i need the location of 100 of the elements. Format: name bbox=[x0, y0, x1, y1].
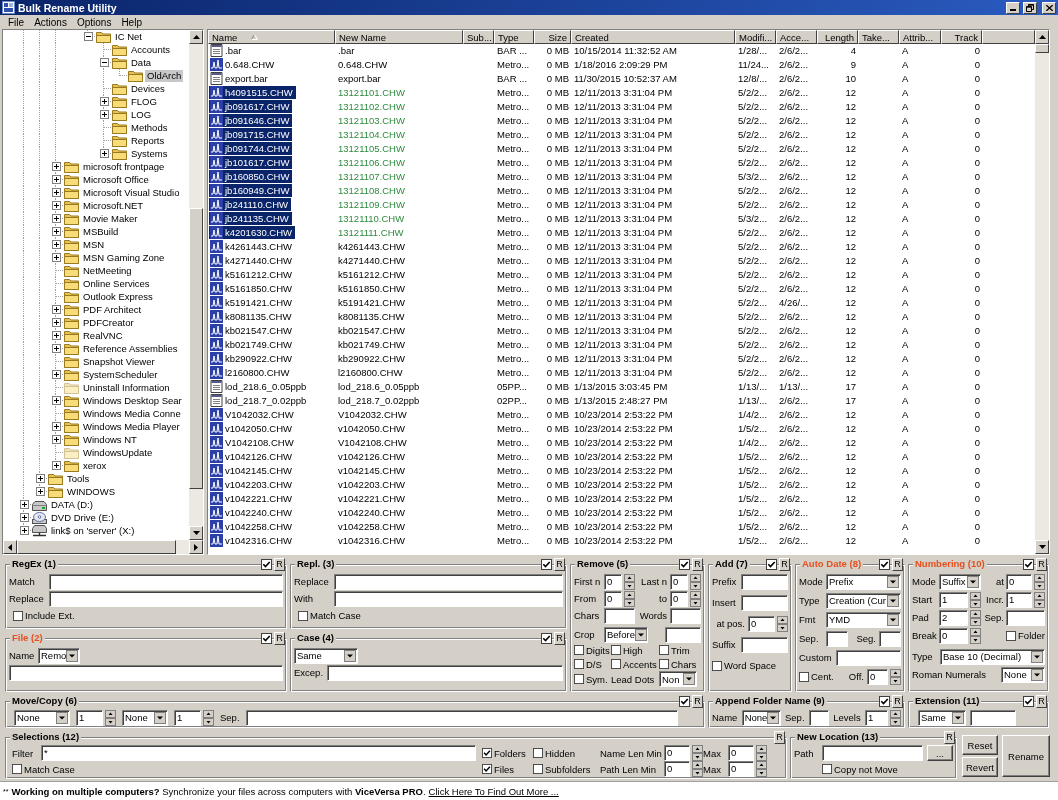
scroll-down-button[interactable] bbox=[189, 526, 203, 540]
dropdown[interactable]: Non bbox=[659, 671, 697, 687]
checkbox-label[interactable]: Chars bbox=[671, 658, 697, 670]
checkbox-label[interactable]: Accents bbox=[623, 658, 657, 670]
scrollbar-thumb[interactable] bbox=[17, 540, 177, 554]
tree-item[interactable]: DATA (D:) bbox=[49, 498, 95, 511]
number-field[interactable]: 0 bbox=[670, 573, 688, 590]
checkbox[interactable] bbox=[533, 748, 543, 758]
checkbox[interactable] bbox=[659, 659, 669, 669]
file-name[interactable]: jb160850.CHW bbox=[209, 170, 293, 183]
file-name[interactable]: jb091744.CHW bbox=[209, 142, 293, 155]
tree-item[interactable]: MSN bbox=[81, 238, 107, 251]
spinner-arrows-icon[interactable] bbox=[970, 609, 981, 626]
tree-item[interactable]: Reports bbox=[129, 134, 167, 147]
enable-checkbox[interactable] bbox=[766, 558, 777, 570]
minimize-button[interactable] bbox=[1006, 1, 1020, 14]
checkbox[interactable] bbox=[574, 645, 584, 655]
text-field[interactable] bbox=[879, 630, 901, 647]
spinner-arrows-icon[interactable] bbox=[890, 709, 901, 726]
number-field[interactable]: 1 bbox=[865, 709, 888, 726]
enable-checkbox[interactable] bbox=[879, 695, 890, 707]
number-field[interactable]: 0 bbox=[664, 745, 690, 761]
scroll-right-button[interactable] bbox=[189, 540, 203, 554]
checkbox-label[interactable]: Include Ext. bbox=[25, 610, 75, 621]
checkbox[interactable] bbox=[822, 764, 832, 774]
number-field[interactable]: 0 bbox=[728, 761, 754, 777]
checkbox[interactable] bbox=[799, 671, 809, 682]
plus-icon[interactable] bbox=[51, 331, 61, 340]
dropdown[interactable]: Remo bbox=[38, 647, 80, 664]
plus-icon[interactable] bbox=[51, 461, 61, 470]
plus-icon[interactable] bbox=[99, 149, 109, 158]
tree-item[interactable]: Microsoft Office bbox=[81, 173, 151, 186]
checkbox[interactable] bbox=[533, 764, 543, 774]
file-name[interactable]: k5161850.CHW bbox=[209, 282, 296, 295]
checkbox[interactable] bbox=[611, 659, 621, 669]
text-field[interactable] bbox=[670, 607, 701, 624]
column-header[interactable]: Size bbox=[534, 30, 571, 44]
checkbox-label[interactable]: Folder bbox=[1018, 630, 1045, 641]
file-name[interactable]: v1042126.CHW bbox=[209, 450, 296, 463]
number-field[interactable]: 0 bbox=[939, 627, 968, 644]
column-header[interactable]: Sub... bbox=[463, 30, 494, 44]
checkbox[interactable] bbox=[611, 645, 621, 655]
browse-button[interactable]: ... bbox=[927, 745, 953, 761]
dropdown[interactable]: Base 10 (Decimal) bbox=[940, 648, 1045, 665]
checkbox[interactable] bbox=[482, 748, 492, 758]
enable-checkbox[interactable] bbox=[261, 558, 272, 570]
vertical-scrollbar[interactable] bbox=[189, 30, 203, 540]
column-header[interactable]: Modifi... bbox=[735, 30, 776, 44]
r-button[interactable]: R bbox=[274, 557, 285, 571]
file-name[interactable]: k4261443.CHW bbox=[209, 240, 296, 253]
tree-item[interactable]: Microsoft Visual Studio bbox=[81, 186, 182, 199]
file-name[interactable]: 0.648.CHW bbox=[209, 58, 278, 71]
file-name[interactable]: jb101617.CHW bbox=[209, 156, 293, 169]
spinner-arrows-icon[interactable] bbox=[624, 573, 635, 590]
plus-icon[interactable] bbox=[51, 240, 61, 249]
restore-button[interactable] bbox=[1023, 1, 1037, 14]
plus-icon[interactable] bbox=[51, 253, 61, 262]
plus-icon[interactable] bbox=[19, 526, 29, 535]
find-out-more-link[interactable]: Click Here To Find Out More ... bbox=[428, 785, 559, 797]
file-name[interactable]: kb290922.CHW bbox=[209, 352, 296, 365]
plus-icon[interactable] bbox=[99, 97, 109, 106]
checkbox[interactable] bbox=[482, 764, 492, 774]
r-button[interactable]: R bbox=[779, 557, 790, 571]
plus-icon[interactable] bbox=[51, 201, 61, 210]
enable-checkbox[interactable] bbox=[261, 632, 272, 644]
tree-item[interactable]: NetMeeting bbox=[81, 264, 134, 277]
file-name[interactable]: k4271440.CHW bbox=[209, 254, 296, 267]
column-header[interactable]: Track bbox=[941, 30, 982, 44]
file-name[interactable]: lod_218.6_0.05ppb bbox=[209, 380, 310, 393]
tree-item[interactable]: WINDOWS bbox=[65, 485, 118, 498]
tree-item[interactable]: Methods bbox=[129, 121, 170, 134]
text-field[interactable] bbox=[327, 664, 563, 681]
plus-icon[interactable] bbox=[51, 188, 61, 197]
file-name[interactable]: kb021749.CHW bbox=[209, 338, 296, 351]
number-field[interactable]: 1 bbox=[76, 709, 103, 726]
checkbox-label[interactable]: Hidden bbox=[545, 747, 576, 759]
plus-icon[interactable] bbox=[51, 175, 61, 184]
plus-icon[interactable] bbox=[35, 474, 45, 483]
spinner-arrows-icon[interactable] bbox=[692, 745, 703, 761]
dropdown[interactable]: None bbox=[122, 709, 168, 726]
spinner-arrows-icon[interactable] bbox=[756, 761, 767, 777]
checkbox[interactable] bbox=[298, 610, 308, 621]
tree-item[interactable]: MSBuild bbox=[81, 225, 121, 238]
enable-checkbox[interactable] bbox=[679, 695, 690, 707]
dropdown[interactable]: None bbox=[14, 709, 70, 726]
enable-checkbox[interactable] bbox=[541, 558, 552, 570]
minus-icon[interactable] bbox=[83, 32, 93, 41]
checkbox-label[interactable]: Copy not Move bbox=[834, 763, 898, 775]
spinner-arrows-icon[interactable] bbox=[756, 745, 767, 761]
file-name[interactable]: v1042203.CHW bbox=[209, 478, 296, 491]
checkbox-label[interactable]: High bbox=[623, 644, 643, 656]
r-button[interactable]: R bbox=[554, 631, 565, 645]
r-button[interactable]: R bbox=[274, 631, 285, 645]
checkbox-label[interactable]: Files bbox=[494, 763, 515, 775]
menu-item[interactable]: Help bbox=[116, 16, 147, 28]
number-field[interactable]: 0 bbox=[664, 761, 690, 777]
dropdown[interactable]: None bbox=[741, 709, 781, 726]
checkbox[interactable] bbox=[13, 610, 23, 621]
tree-item[interactable]: Reference Assemblies bbox=[81, 342, 180, 355]
file-name[interactable]: v1042316.CHW bbox=[209, 534, 296, 547]
